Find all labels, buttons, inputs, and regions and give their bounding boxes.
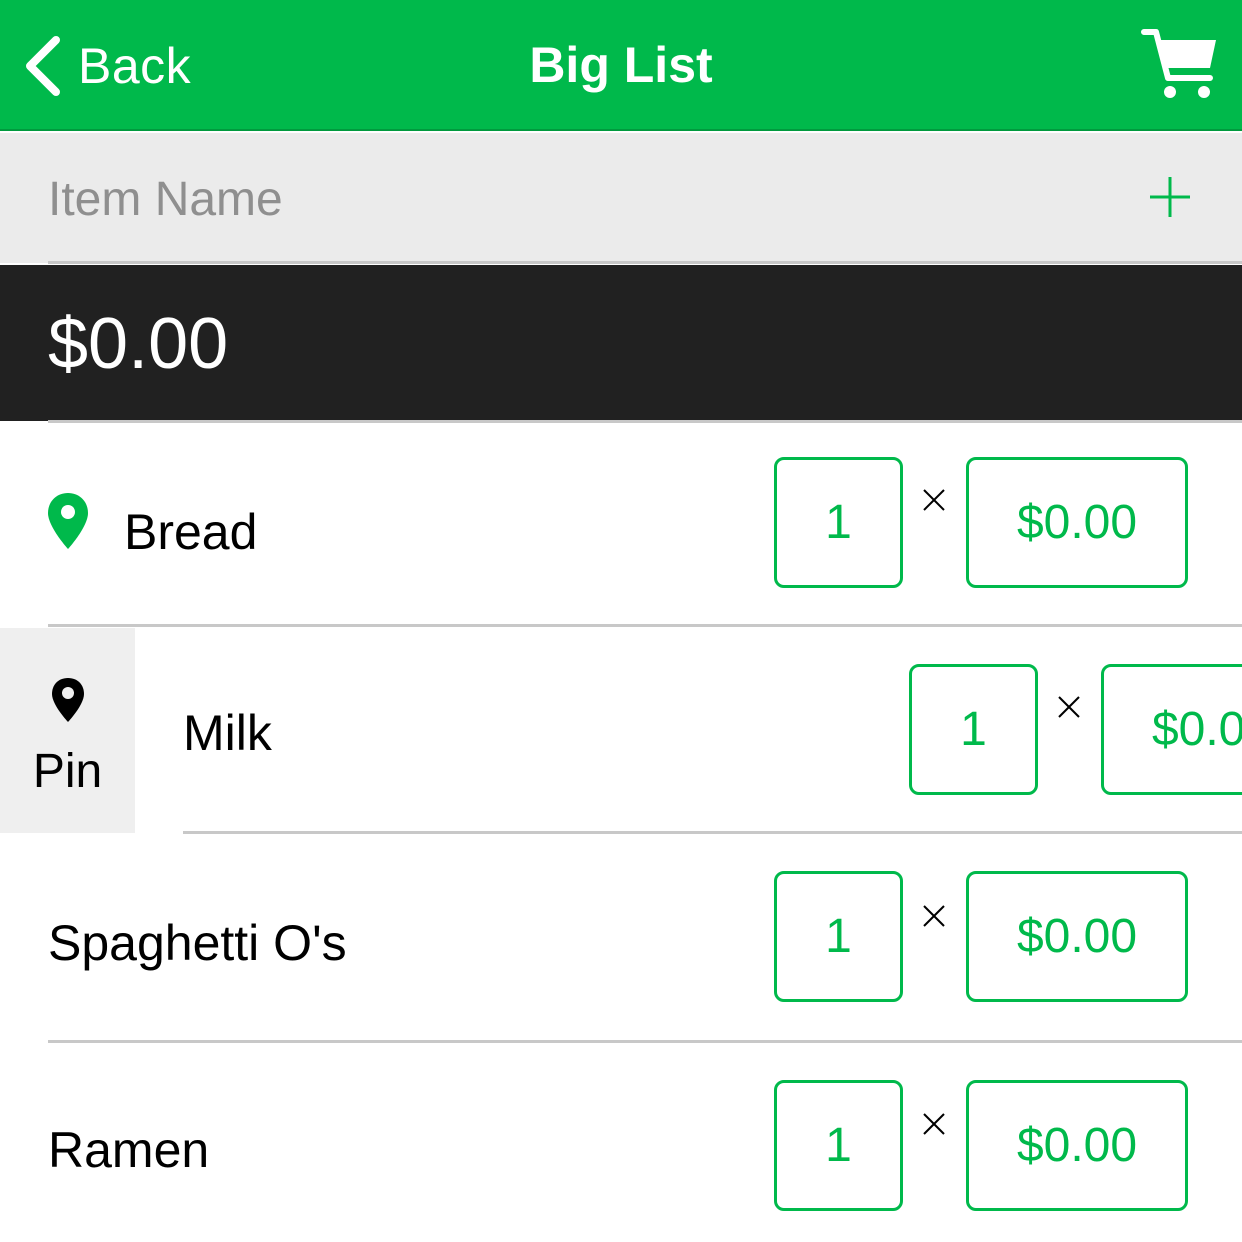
- price-field[interactable]: $0.00: [966, 1080, 1188, 1211]
- item-name: Bread: [124, 504, 258, 560]
- list-item[interactable]: Bread 1 $0.00: [0, 423, 1242, 628]
- price-field[interactable]: $0.00: [1101, 664, 1242, 795]
- item-name: Milk: [183, 705, 272, 761]
- item-name: Spaghetti O's: [48, 915, 347, 971]
- price-field[interactable]: $0.00: [966, 457, 1188, 588]
- list-item[interactable]: Milk 1 $0.00: [135, 628, 1242, 833]
- price-field[interactable]: $0.00: [966, 871, 1188, 1002]
- quantity-field[interactable]: 1: [909, 664, 1038, 795]
- back-label: Back: [78, 38, 192, 94]
- quantity-field[interactable]: 1: [774, 1080, 903, 1211]
- plus-icon[interactable]: [1148, 175, 1192, 219]
- item-name-input[interactable]: [48, 163, 1108, 235]
- item-name: Ramen: [48, 1122, 210, 1178]
- nav-bar: Back Big List: [0, 0, 1242, 131]
- multiply-icon: [923, 905, 945, 927]
- back-button[interactable]: Back: [22, 30, 191, 102]
- divider: [48, 261, 1242, 264]
- list-item[interactable]: Ramen 1 $0.00: [0, 1043, 1242, 1242]
- total-amount: $0.00: [48, 304, 229, 384]
- multiply-icon: [923, 1113, 945, 1135]
- total-bar: $0.00: [0, 265, 1242, 421]
- quantity-field[interactable]: 1: [774, 871, 903, 1002]
- add-item-bar: [0, 133, 1242, 264]
- pin-icon: [48, 493, 88, 549]
- chevron-left-icon: [26, 36, 60, 96]
- quantity-field[interactable]: 1: [774, 457, 903, 588]
- pin-action-button[interactable]: Pin: [0, 628, 135, 833]
- pin-action-label: Pin: [32, 745, 103, 798]
- pin-icon: [52, 678, 84, 722]
- divider: [48, 624, 1242, 627]
- list-item[interactable]: Spaghetti O's 1 $0.00: [0, 834, 1242, 1039]
- multiply-icon: [1058, 696, 1080, 718]
- multiply-icon: [923, 489, 945, 511]
- cart-icon[interactable]: [1140, 26, 1220, 102]
